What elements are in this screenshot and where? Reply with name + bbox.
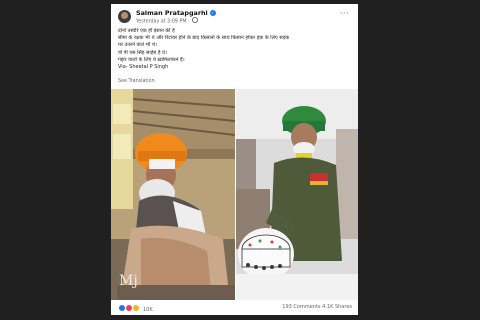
photo-farmer[interactable]: Mj xyxy=(111,89,235,300)
shares-count-link[interactable]: 4.1K Shares xyxy=(322,304,352,310)
post-line: गद्दार वालों के लिए ये ख़ामिलाफ़ने हैं। xyxy=(118,56,185,63)
author-name[interactable]: Salman Pratapgarhi ✓ xyxy=(136,9,216,17)
post-line: सीमा के रक्षक भी थे और रिटायर होने के बा… xyxy=(118,35,290,42)
reactions-count: 10K xyxy=(143,307,153,313)
more-options-icon[interactable]: ··· xyxy=(340,10,349,18)
post-text: दोनों तस्वीरें एक ही इंसान की हैं सीमा क… xyxy=(118,28,350,71)
post-footer: 10K 193 Comments 4.1K Shares xyxy=(111,300,358,315)
globe-icon xyxy=(192,17,199,23)
reactions-summary[interactable]: 10K xyxy=(118,304,153,313)
post-line: पर उतरने वाले भी थे। xyxy=(118,42,158,49)
facebook-post-card: Salman Pratapgarhi ✓ Yesterday at 3:09 PM… xyxy=(111,4,358,315)
care-reaction-icon xyxy=(132,304,140,312)
post-timestamp[interactable]: Yesterday at 3:09 PM xyxy=(136,20,186,25)
comments-count-link[interactable]: 193 Comments xyxy=(282,304,320,310)
post-photos: Mj xyxy=(111,89,358,300)
verified-badge-icon: ✓ xyxy=(209,10,216,16)
engagement-stats: 193 Comments 4.1K Shares xyxy=(282,304,352,310)
photo-soldier[interactable] xyxy=(236,89,358,300)
post-line: वो पी एस सिंह साहेब हैं ये। xyxy=(118,49,167,56)
author-name-text[interactable]: Salman Pratapgarhi xyxy=(136,9,208,17)
avatar[interactable] xyxy=(118,10,131,23)
post-line: दोनों तस्वीरें एक ही इंसान की हैं xyxy=(118,28,175,34)
watermark-text: Mj xyxy=(119,273,138,289)
post-meta: Yesterday at 3:09 PM · xyxy=(136,17,199,25)
see-translation-link[interactable]: See Translation xyxy=(118,79,155,84)
post-line: Via- Sheetal P Singh xyxy=(118,64,169,71)
